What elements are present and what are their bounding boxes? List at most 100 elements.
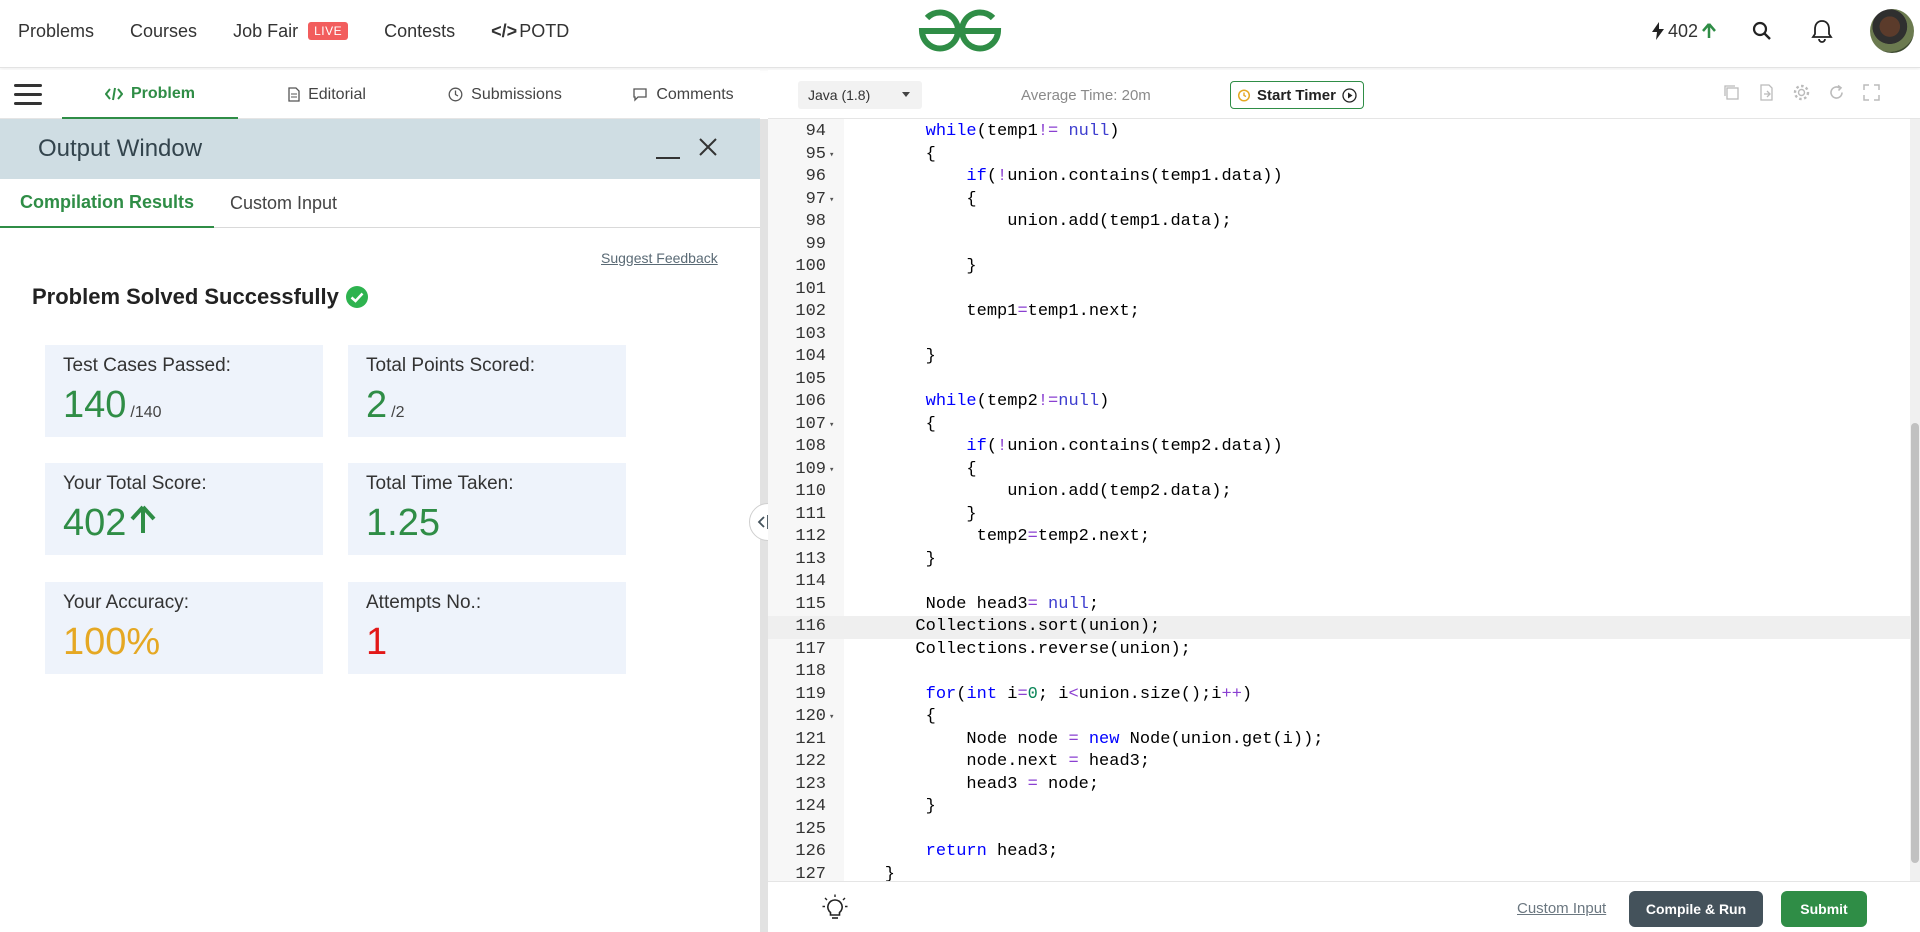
points-value: 2 bbox=[366, 384, 388, 426]
code-line[interactable]: 96 if(!union.contains(temp1.data)) bbox=[768, 166, 1910, 189]
code-line[interactable]: 115 Node head3= null; bbox=[768, 594, 1910, 617]
tab-submissions-label: Submissions bbox=[471, 85, 562, 103]
code-line[interactable]: 119 for(int i=0; i<union.size();i++) bbox=[768, 684, 1910, 707]
code-line[interactable]: 104 } bbox=[768, 346, 1910, 369]
code-line[interactable]: 117 Collections.reverse(union); bbox=[768, 639, 1910, 662]
gfg-logo[interactable] bbox=[918, 9, 1002, 53]
code-line[interactable]: 98 union.add(temp1.data); bbox=[768, 211, 1910, 234]
line-number: 123 bbox=[795, 774, 826, 794]
code-line[interactable]: 105 bbox=[768, 369, 1910, 392]
editor-scrollbar[interactable] bbox=[1910, 119, 1920, 881]
code-text: { bbox=[844, 707, 936, 726]
gear-icon[interactable] bbox=[1793, 84, 1810, 101]
code-line[interactable]: 124 } bbox=[768, 796, 1910, 819]
code-line[interactable]: 122 node.next = head3; bbox=[768, 751, 1910, 774]
lightbulb-icon[interactable] bbox=[822, 894, 848, 922]
tab-compilation-results[interactable]: Compilation Results bbox=[0, 179, 215, 228]
code-text: Collections.reverse(union); bbox=[844, 639, 1191, 659]
code-line[interactable]: 107 ▾ { bbox=[768, 414, 1910, 437]
fold-chevron-icon[interactable]: ▾ bbox=[829, 459, 834, 482]
minimize-icon[interactable] bbox=[656, 137, 680, 161]
fold-chevron-icon[interactable]: ▾ bbox=[829, 706, 834, 729]
code-line[interactable]: 95 ▾ { bbox=[768, 144, 1910, 167]
nav-potd[interactable]: </> POTD bbox=[491, 21, 569, 42]
suggest-feedback-link[interactable]: Suggest Feedback bbox=[601, 250, 718, 266]
alarm-icon bbox=[1237, 89, 1251, 102]
fold-chevron-icon[interactable]: ▾ bbox=[829, 414, 834, 437]
nav-courses[interactable]: Courses bbox=[130, 21, 197, 42]
code-line[interactable]: 118 bbox=[768, 661, 1910, 684]
code-line[interactable]: 110 union.add(temp2.data); bbox=[768, 481, 1910, 504]
nav-job-fair[interactable]: Job Fair LIVE bbox=[233, 20, 349, 42]
code-line[interactable]: 113 } bbox=[768, 549, 1910, 572]
code-line[interactable]: 125 bbox=[768, 819, 1910, 842]
code-line[interactable]: 116 Collections.sort(union); bbox=[768, 616, 1910, 639]
tab-custom-input[interactable]: Custom Input bbox=[230, 179, 337, 228]
tab-custom-input-label: Custom Input bbox=[230, 193, 338, 213]
code-line[interactable]: 106 while(temp2!=null) bbox=[768, 391, 1910, 414]
code-line[interactable]: 108 if(!union.contains(temp2.data)) bbox=[768, 436, 1910, 459]
attempts-value: 1 bbox=[366, 621, 388, 663]
nav-job-fair-label: Job Fair bbox=[233, 20, 299, 41]
code-icon bbox=[104, 87, 123, 100]
code-line[interactable]: 100 } bbox=[768, 256, 1910, 279]
code-line[interactable]: 120 ▾ { bbox=[768, 706, 1910, 729]
line-number: 125 bbox=[795, 819, 826, 839]
code-line[interactable]: 112 temp2=temp2.next; bbox=[768, 526, 1910, 549]
tab-editorial[interactable]: Editorial bbox=[270, 70, 384, 119]
code-line[interactable]: 102 temp1=temp1.next; bbox=[768, 301, 1910, 324]
tab-problem[interactable]: Problem bbox=[62, 70, 238, 119]
code-line[interactable]: 123 head3 = node; bbox=[768, 774, 1910, 797]
upload-file-icon[interactable] bbox=[1758, 84, 1775, 101]
close-icon[interactable] bbox=[697, 136, 719, 158]
reset-icon[interactable] bbox=[1828, 84, 1845, 101]
code-line[interactable]: 126 return head3; bbox=[768, 841, 1910, 864]
compile-run-button[interactable]: Compile & Run bbox=[1629, 891, 1763, 927]
code-line[interactable]: 114 bbox=[768, 571, 1910, 594]
nav-courses-label: Courses bbox=[130, 20, 198, 41]
code-line[interactable]: 127 } bbox=[768, 864, 1910, 882]
accuracy-label: Your Accuracy: bbox=[63, 592, 190, 613]
chevron-down-icon bbox=[902, 92, 910, 97]
line-number: 95 bbox=[805, 144, 826, 164]
code-editor[interactable]: 94 while(temp1!= null) 95 ▾ {96 if(!union.… bbox=[768, 119, 1910, 881]
code-text: Collections.sort(union); bbox=[844, 617, 1161, 636]
fold-chevron-icon[interactable]: ▾ bbox=[829, 144, 834, 167]
code-text: { bbox=[844, 144, 936, 164]
live-badge: LIVE bbox=[308, 22, 349, 40]
code-line[interactable]: 94 while(temp1!= null) bbox=[768, 121, 1910, 144]
line-number: 103 bbox=[795, 324, 826, 344]
code-text: { bbox=[844, 414, 936, 434]
line-number: 98 bbox=[805, 212, 826, 231]
comment-icon bbox=[633, 88, 647, 102]
tab-submissions[interactable]: Submissions bbox=[440, 70, 570, 119]
scrollbar-thumb[interactable] bbox=[1911, 423, 1919, 863]
custom-input-link[interactable]: Custom Input bbox=[1517, 900, 1606, 917]
code-text: while(temp1!= null) bbox=[925, 122, 1120, 141]
search-icon[interactable] bbox=[1750, 19, 1774, 43]
start-timer-label: Start Timer bbox=[1257, 86, 1336, 104]
nav-problems[interactable]: Problems bbox=[18, 21, 94, 42]
streak-counter[interactable]: 402 bbox=[1651, 21, 1716, 42]
code-line[interactable]: 121 Node node = new Node(union.get(i)); bbox=[768, 729, 1910, 752]
bell-icon[interactable] bbox=[1810, 19, 1834, 43]
tab-comments[interactable]: Comments bbox=[624, 70, 742, 119]
fold-chevron-icon[interactable]: ▾ bbox=[829, 189, 834, 212]
lightning-icon bbox=[1651, 22, 1664, 40]
code-line[interactable]: 111 } bbox=[768, 504, 1910, 527]
copy-icon[interactable] bbox=[1723, 84, 1740, 101]
avatar[interactable] bbox=[1870, 9, 1914, 53]
nav-contests[interactable]: Contests bbox=[384, 21, 455, 42]
submit-button[interactable]: Submit bbox=[1781, 891, 1867, 927]
code-line[interactable]: 97 ▾ { bbox=[768, 189, 1910, 212]
code-line[interactable]: 101 bbox=[768, 279, 1910, 302]
code-text: return head3; bbox=[925, 842, 1059, 861]
start-timer-button[interactable]: Start Timer bbox=[1230, 81, 1364, 109]
code-line[interactable]: 109 ▾ { bbox=[768, 459, 1910, 482]
language-select[interactable]: Java (1.8) bbox=[798, 81, 922, 109]
nav-links: Problems Courses Job Fair LIVE Contests … bbox=[18, 0, 569, 62]
code-line[interactable]: 99 bbox=[768, 234, 1910, 257]
code-line[interactable]: 103 bbox=[768, 324, 1910, 347]
fullscreen-icon[interactable] bbox=[1863, 84, 1880, 101]
menu-icon[interactable] bbox=[14, 84, 42, 106]
